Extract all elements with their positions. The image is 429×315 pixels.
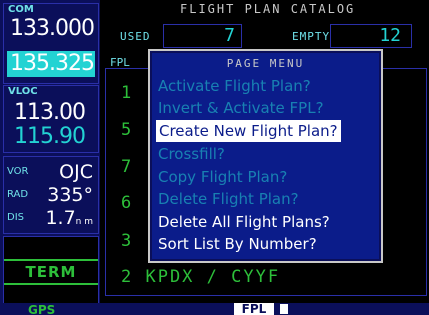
flight-plan-row[interactable]: 6	[121, 193, 133, 213]
page-menu-title: PAGE MENU	[226, 57, 305, 70]
vor-value: OJC	[59, 161, 93, 183]
menu-item-delete-flight-plan[interactable]: Delete Flight Plan?	[158, 188, 299, 210]
catalog-title: FLIGHT PLAN CATALOG	[180, 2, 356, 16]
menu-item-create-new-flight-plan[interactable]: Create New Flight Plan?	[156, 120, 341, 142]
menu-item-activate-flight-plan[interactable]: Activate Flight Plan?	[158, 75, 311, 97]
vloc-label: VLOC	[8, 86, 38, 97]
page-indicator	[280, 304, 288, 314]
menu-item-copy-flight-plan[interactable]: Copy Flight Plan?	[158, 166, 287, 188]
gps-mode-label: GPS	[28, 303, 56, 315]
used-label: USED	[120, 30, 151, 43]
dis-unit: n m	[75, 217, 93, 227]
empty-field: 12	[330, 24, 412, 48]
vloc-standby-frequency: 115.90	[14, 124, 86, 149]
dis-label: DIS	[7, 212, 24, 223]
com-active-frequency: 133.000	[10, 16, 95, 41]
status-bar: GPS FPL	[0, 303, 429, 315]
flight-plan-row[interactable]: 1	[121, 83, 133, 103]
rad-label: RAD	[7, 189, 29, 200]
dis-value: 1.7	[45, 207, 76, 229]
term-label: TERM	[25, 263, 77, 281]
page-menu: PAGE MENU Activate Flight Plan? Invert &…	[148, 49, 383, 263]
nav-data-window: VOR OJC RAD 335° DIS 1.7n m	[3, 156, 99, 234]
rad-row: RAD 335°	[7, 184, 95, 206]
flight-plan-row[interactable]: 2 KPDX / CYYF	[121, 267, 280, 287]
term-annunciator: TERM	[4, 259, 98, 285]
flight-plan-row[interactable]: 3	[121, 231, 133, 251]
vor-row: VOR OJC	[7, 161, 95, 183]
radio-panel: COM 133.000 135.325 VLOC 113.00 115.90 V…	[0, 0, 100, 315]
com-standby-frequency: 135.325	[10, 51, 95, 76]
vloc-window[interactable]: VLOC 113.00 115.90	[3, 85, 99, 153]
menu-item-sort-list-by-number[interactable]: Sort List By Number?	[158, 233, 317, 255]
used-field: 7	[163, 24, 242, 48]
menu-item-delete-all-flight-plans[interactable]: Delete All Flight Plans?	[158, 211, 330, 233]
dis-value-group: 1.7n m	[45, 207, 93, 229]
rad-value: 335°	[47, 184, 93, 206]
used-value: 7	[224, 25, 235, 46]
vor-label: VOR	[7, 166, 29, 177]
menu-item-invert-activate-fpl[interactable]: Invert & Activate FPL?	[158, 97, 324, 119]
vloc-active-frequency: 113.00	[14, 100, 86, 125]
dis-row: DIS 1.7n m	[7, 207, 95, 229]
fpl-page-group-label: FPL	[234, 303, 274, 315]
com-label: COM	[8, 4, 34, 15]
empty-label: EMPTY	[292, 30, 331, 43]
empty-value: 12	[379, 25, 401, 46]
menu-item-crossfill[interactable]: Crossfill?	[158, 143, 225, 165]
com-standby-highlight[interactable]: 135.325	[7, 51, 95, 77]
gns-screen: COM 133.000 135.325 VLOC 113.00 115.90 V…	[0, 0, 429, 315]
cdi-window: TERM	[3, 236, 99, 306]
com-window[interactable]: COM 133.000 135.325	[3, 3, 99, 84]
flight-plan-row[interactable]: 7	[121, 157, 133, 177]
flight-plan-row[interactable]: 5	[121, 120, 133, 140]
